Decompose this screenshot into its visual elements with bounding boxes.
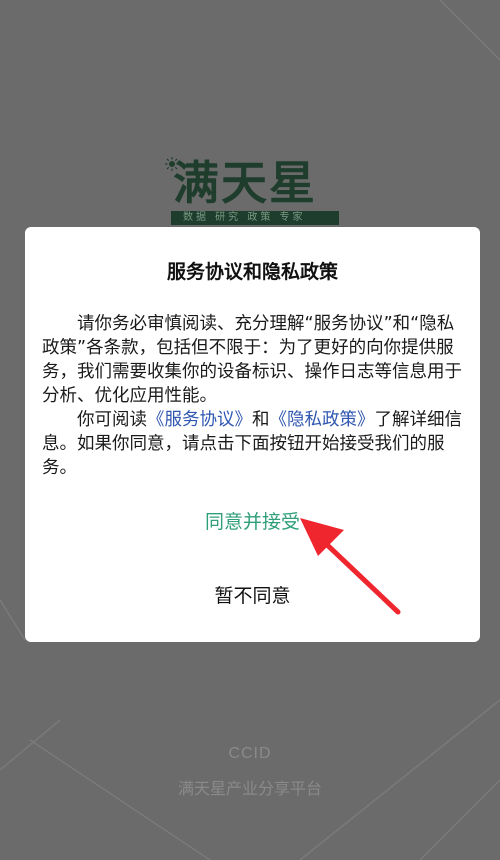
dialog-paragraph-1: 请你务必审慎阅读、充分理解“服务协议”和“隐私政策”各条款，包括但不限于：为了更… <box>42 314 462 406</box>
agree-button[interactable]: 同意并接受 <box>25 507 480 534</box>
service-agreement-link[interactable]: 《服务协议》 <box>147 410 252 430</box>
app-screen: 满天星 数据 研究 政策 专家 CCID 满天星产业分享平台 服务协议和隐私政策… <box>0 0 500 860</box>
dialog-title: 服务协议和隐私政策 <box>166 261 338 283</box>
disagree-button[interactable]: 暂不同意 <box>25 581 480 608</box>
logo-title: 满天星 <box>173 156 317 210</box>
dialog-body: 请你务必审慎阅读、充分理解“服务协议”和“隐私政策”各条款，包括但不限于：为了更… <box>42 312 467 480</box>
privacy-policy-link[interactable]: 《隐私政策》 <box>270 410 375 430</box>
logo-tagline: 数据 研究 政策 专家 <box>171 211 339 225</box>
app-logo: 满天星 数据 研究 政策 专家 <box>165 155 340 225</box>
para2-prefix: 你可阅读 <box>77 410 147 430</box>
dialog-paragraph-2: 你可阅读《服务协议》和《隐私政策》了解详细信息。如果你同意，请点击下面按钮开始接… <box>42 408 467 480</box>
footer-brand: CCID <box>228 745 272 762</box>
footer-subtitle: 满天星产业分享平台 <box>177 781 322 798</box>
privacy-dialog: 服务协议和隐私政策 请你务必审慎阅读、充分理解“服务协议”和“隐私政策”各条款，… <box>25 227 480 642</box>
para2-and: 和 <box>252 410 270 430</box>
